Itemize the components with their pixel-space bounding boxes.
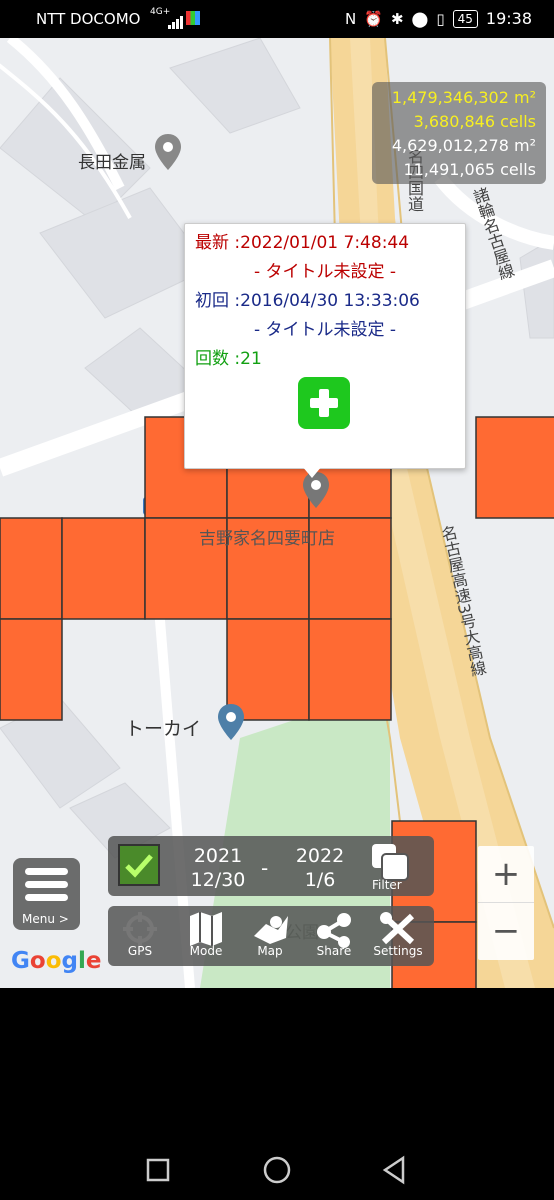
visited-cell [0,517,63,620]
date-separator: - [261,856,269,880]
filter-label: Filter [372,878,402,892]
battery-icon: 45 [452,9,478,28]
mode-button[interactable]: Mode [176,910,236,966]
google-logo: Google [11,948,102,974]
tools-icon [380,912,415,945]
hamburger-icon [25,868,68,907]
visited-cell [61,517,146,620]
area-stats-panel: 1,479,346,302 m² 3,680,846 cells 4,629,0… [372,82,546,184]
visited-cell [308,618,392,721]
menu-label: Menu > [22,912,69,926]
latest-visit: 最新 :2022/01/01 7:48:44 [195,233,410,253]
first-title[interactable]: - タイトル未設定 - [185,316,465,345]
zoom-out-button[interactable]: − [478,903,534,959]
tool-bar: GPS Mode Map Share Settings [108,906,434,966]
settings-label: Settings [373,944,423,958]
bluetooth-icon: ✱ [390,9,404,28]
filter-icon [372,844,409,881]
signal-icon [168,11,188,29]
filter-button[interactable]: Filter [370,842,414,892]
folded-map-icon [190,912,222,946]
poi-label-yoshinoya: 吉野家名四要町店 [199,529,335,549]
menu-button[interactable]: Menu > [13,858,80,930]
map-button[interactable]: Map [240,910,300,966]
visited-cell [0,618,63,721]
filtered-area: 1,479,346,302 m² [391,88,536,107]
first-visit: 初回 :2016/04/30 13:33:06 [195,291,420,311]
filter-checkbox[interactable] [118,844,160,886]
total-area: 4,629,012,278 m² [391,136,536,155]
gps-button[interactable]: GPS [110,910,170,966]
location-icon: ⬤ [411,9,429,28]
date-from-day: 12/30 [190,869,246,891]
cell-info-popup: 最新 :2022/01/01 7:48:44 - タイトル未設定 - 初回 :2… [184,223,466,469]
latest-title[interactable]: - タイトル未設定 - [185,258,465,287]
add-button[interactable] [298,377,350,429]
poi-label-tokai: トーカイ [125,718,202,740]
status-bar: NTT DOCOMO 4G+ N ⏰ ✱ ⬤ ▯ 45 19:38 [0,0,554,38]
vibrate-icon: ▯ [436,9,445,28]
checkmark-icon [125,854,153,878]
share-icon [317,913,351,948]
zoom-in-button[interactable]: + [478,846,534,902]
share-button[interactable]: Share [304,910,364,966]
nfc-icon: N [345,9,357,28]
android-nav-bar [0,1130,554,1200]
map-view[interactable]: 36 長田金属 吉野家名四要町店 トーカイ 名四 [0,38,554,988]
map-pin-icon[interactable] [218,704,244,740]
visited-cell [475,416,554,519]
date-to-day: 1/6 [304,869,336,891]
total-cells: 11,491,065 cells [403,160,536,179]
date-from-year: 2021 [193,845,243,867]
date-to-year: 2022 [295,845,345,867]
app-notification-icon [186,11,200,25]
back-icon[interactable] [375,1150,415,1190]
crosshair-icon [123,912,157,946]
recent-apps-icon[interactable] [138,1150,178,1190]
map-pin-icon [254,916,288,944]
zoom-controls: + − [478,846,534,960]
plus-icon [310,389,338,417]
settings-button[interactable]: Settings [368,910,428,966]
home-icon[interactable] [257,1150,297,1190]
mode-label: Mode [189,944,223,958]
clock: 19:38 [485,9,532,28]
map-pin-icon[interactable] [155,134,181,170]
date-filter-bar: 2021 12/30 - 2022 1/6 Filter [108,836,434,896]
carrier-name: NTT DOCOMO [36,10,141,28]
alarm-icon: ⏰ [364,9,383,28]
date-from[interactable]: 2021 12/30 [188,844,248,892]
popup-tail [302,466,322,478]
map-label: Map [257,944,283,958]
share-label: Share [316,944,352,958]
date-to[interactable]: 2022 1/6 [288,844,352,892]
gps-label: GPS [127,944,153,958]
poi-label-nagata: 長田金属 [78,153,146,173]
filtered-cells: 3,680,846 cells [413,112,536,131]
visit-count: 回数 :21 [195,349,262,369]
